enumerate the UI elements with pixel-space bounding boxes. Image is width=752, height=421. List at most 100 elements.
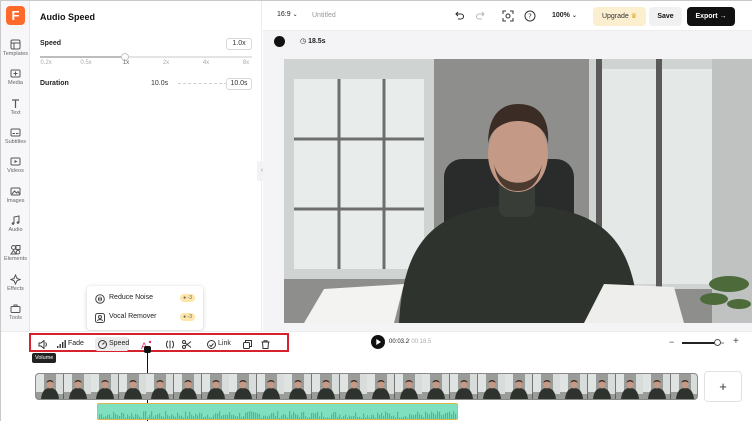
timeline-zoom-thumb[interactable]	[714, 339, 722, 346]
sidebar-item-label: Media	[8, 80, 23, 86]
waveform-bar	[247, 411, 249, 419]
video-thumbnail	[256, 374, 285, 399]
waveform-bar	[193, 416, 195, 419]
waveform-bar	[101, 414, 103, 419]
vocal-remover-item[interactable]: Vocal Remover ● -3	[93, 310, 197, 326]
delete-button[interactable]	[261, 337, 273, 351]
video-preview[interactable]	[284, 59, 752, 323]
split-icon	[166, 340, 174, 349]
speed-tick-label: 0.5x	[80, 60, 92, 66]
aspect-ratio-select[interactable]: 16:9 ⌄	[277, 11, 298, 18]
sidebar-item-text[interactable]: Text	[1, 98, 30, 126]
playhead-handle[interactable]	[144, 346, 151, 353]
waveform-bar	[113, 411, 115, 419]
waveform-bar	[401, 417, 403, 419]
volume-button[interactable]	[38, 337, 50, 351]
waveform-bar	[407, 417, 409, 419]
sidebar-item-tools[interactable]: Tools	[1, 303, 30, 331]
waveform-bar	[189, 411, 191, 419]
play-button[interactable]	[371, 335, 385, 349]
waveform-bar	[323, 416, 325, 419]
waveform-bar	[285, 414, 287, 419]
video-clip-track[interactable]	[35, 373, 698, 400]
waveform-bar	[377, 412, 379, 419]
sidebar-item-audio[interactable]: Audio	[1, 215, 30, 243]
duration-value-field[interactable]: 10.0s	[226, 78, 252, 90]
audio-speed-panel: Audio Speed Speed 1.0x 0.2x 0.5x 1x 2x 4x 8x …	[30, 1, 262, 331]
video-thumbnail	[560, 374, 589, 399]
waveform-bar	[373, 415, 375, 419]
undo-icon[interactable]	[453, 10, 465, 22]
sidebar-item-label: Audio	[8, 227, 23, 233]
waveform-bar	[341, 417, 343, 419]
waveform-bar	[195, 413, 197, 419]
waveform-bar	[409, 413, 411, 419]
waveform-bar	[205, 416, 207, 419]
waveform-bar	[281, 415, 283, 419]
waveform-bar	[271, 413, 273, 419]
waveform-bar	[267, 416, 269, 419]
video-frame-image	[284, 59, 752, 323]
waveform-bar	[245, 412, 247, 419]
add-clip-button[interactable]: +	[704, 371, 742, 402]
export-button[interactable]: Export →	[687, 7, 735, 26]
noise-icon	[95, 294, 105, 304]
zoom-select[interactable]: 100% ⌄	[552, 12, 577, 19]
sidebar-item-subtitles[interactable]: Subtitles	[1, 127, 30, 155]
help-icon[interactable]: ?	[524, 10, 536, 22]
duplicate-button[interactable]	[243, 337, 255, 351]
waveform-bar	[235, 416, 237, 419]
video-icon	[10, 157, 21, 166]
sidebar-item-videos[interactable]: Videos	[1, 156, 30, 184]
audio-icon	[11, 215, 20, 225]
timeline-zoom-slider[interactable]	[682, 339, 724, 346]
reduce-noise-item[interactable]: Reduce Noise ● -3	[93, 291, 197, 307]
waveform-bar	[165, 411, 167, 419]
video-thumbnail	[643, 374, 672, 399]
zoom-in-button[interactable]: +	[733, 336, 739, 347]
waveform-bar	[411, 414, 413, 419]
waveform-bar	[175, 416, 177, 419]
audio-waveform	[99, 411, 457, 419]
speed-value-field[interactable]: 1.0x	[226, 38, 252, 50]
split-audio-button[interactable]	[165, 337, 177, 351]
canvas-area: ◷ 18.5s	[263, 31, 752, 331]
audio-clip-track[interactable]	[97, 403, 458, 420]
save-button[interactable]: Save	[649, 7, 682, 26]
waveform-bar	[429, 414, 431, 419]
duration-badge[interactable]: ◷ 18.5s	[300, 37, 326, 45]
waveform-bar	[283, 413, 285, 419]
sidebar-item-effects[interactable]: Effects	[1, 274, 30, 302]
project-title[interactable]: Untitled	[312, 12, 336, 19]
waveform-bar	[413, 415, 415, 419]
speed-button[interactable]: Speed	[95, 337, 129, 351]
screenshot-icon[interactable]	[502, 10, 514, 22]
waveform-bar	[117, 415, 119, 419]
waveform-bar	[425, 411, 427, 419]
speed-slider[interactable]	[40, 53, 252, 61]
video-thumbnail	[532, 374, 561, 399]
fade-button[interactable]: Fade	[57, 337, 89, 351]
audio-options-menu: Reduce Noise ● -3 Vocal Remover ● -3	[87, 286, 203, 330]
app-logo[interactable]: F	[6, 6, 25, 25]
sidebar-item-templates[interactable]: Templates	[1, 39, 30, 67]
waveform-bar	[153, 416, 155, 419]
zoom-out-button[interactable]: −	[669, 337, 674, 347]
video-thumbnail	[505, 374, 534, 399]
cut-button[interactable]	[182, 337, 194, 351]
sidebar-item-elements[interactable]: Elements	[1, 244, 30, 272]
waveform-bar	[121, 412, 123, 419]
panel-title: Audio Speed	[40, 12, 96, 22]
sidebar-item-images[interactable]: Images	[1, 186, 30, 214]
speed-tick-label: 8x	[242, 60, 250, 66]
waveform-bar	[299, 417, 301, 419]
sidebar-item-media[interactable]: Media	[1, 68, 30, 96]
background-color-swatch[interactable]	[274, 36, 285, 47]
waveform-bar	[197, 415, 199, 419]
redo-icon[interactable]	[475, 10, 487, 22]
speed-icon	[98, 340, 107, 349]
link-button[interactable]: Link	[207, 337, 237, 351]
upgrade-button[interactable]: Upgrade ♛	[593, 7, 646, 26]
waveform-bar	[337, 416, 339, 419]
duration-label: Duration	[40, 80, 69, 87]
